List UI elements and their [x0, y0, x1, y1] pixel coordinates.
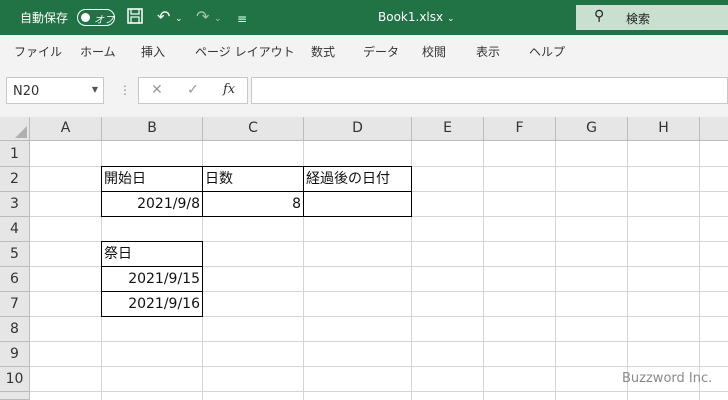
chevron-down-icon[interactable]: ▼: [92, 85, 98, 94]
select-all-button[interactable]: [0, 117, 30, 141]
column-header-g[interactable]: G: [556, 117, 628, 141]
gridline: [30, 341, 728, 342]
worksheet-grid[interactable]: A B C D E F G H 1 2 3 4 5 6 7 8 9 10 開始日…: [0, 117, 728, 400]
column-header-h[interactable]: H: [628, 117, 700, 141]
column-header-e[interactable]: E: [412, 117, 484, 141]
cell-d3[interactable]: [303, 191, 412, 217]
search-label: 検索: [626, 12, 651, 26]
cell-b2[interactable]: 開始日: [101, 166, 203, 192]
tab-page-layout[interactable]: ページ レイアウト: [195, 43, 295, 60]
formula-buttons: ✕ ✓ fx: [138, 77, 248, 104]
gridline: [627, 141, 628, 400]
cell-b6[interactable]: 2021/9/15: [101, 266, 203, 292]
document-title[interactable]: Book1.xlsx ⌄: [378, 10, 454, 24]
toggle-knob: [81, 13, 90, 22]
formula-input[interactable]: [251, 77, 728, 104]
cell-b3[interactable]: 2021/9/8: [101, 191, 203, 217]
name-box[interactable]: N20 ▼: [6, 77, 104, 104]
formula-bar: N20 ▼ ⋮ ✕ ✓ fx: [0, 67, 728, 117]
undo-dropdown-icon[interactable]: ⌄: [175, 9, 183, 29]
tab-review[interactable]: 校閲: [422, 43, 446, 60]
row-header-partial[interactable]: [0, 392, 30, 400]
column-header-d[interactable]: D: [304, 117, 412, 141]
title-bar: 自動保存 オフ ↶ ⌄ ↷ ⌄ ≡ Book1.xlsx ⌄ ⚲ 検索: [0, 0, 728, 35]
search-icon: ⚲: [594, 8, 605, 24]
select-all-triangle-icon: [15, 126, 27, 138]
save-icon[interactable]: [126, 7, 144, 30]
cell-b5[interactable]: 祭日: [101, 241, 203, 267]
insert-function-icon[interactable]: fx: [223, 82, 235, 97]
gridline: [555, 141, 556, 400]
row-header-7[interactable]: 7: [0, 292, 30, 317]
column-header-c[interactable]: C: [203, 117, 304, 141]
row-header-1[interactable]: 1: [0, 141, 30, 167]
tab-view[interactable]: 表示: [476, 43, 500, 60]
name-box-value: N20: [13, 84, 40, 99]
column-header-partial[interactable]: [700, 117, 728, 141]
row-header-9[interactable]: 9: [0, 342, 30, 367]
tab-formulas[interactable]: 数式: [311, 43, 335, 60]
column-header-a[interactable]: A: [30, 117, 102, 141]
autosave-state: オフ: [94, 15, 114, 26]
cancel-icon[interactable]: ✕: [151, 82, 163, 98]
cell-d2[interactable]: 経過後の日付: [303, 166, 412, 192]
column-header-f[interactable]: F: [484, 117, 556, 141]
gridline: [30, 391, 728, 392]
column-header-b[interactable]: B: [102, 117, 203, 141]
row-header-6[interactable]: 6: [0, 267, 30, 292]
file-name: Book1.xlsx: [378, 10, 444, 24]
cell-c2[interactable]: 日数: [202, 166, 304, 192]
more-options-icon[interactable]: ⋮: [119, 83, 131, 97]
row-header-5[interactable]: 5: [0, 242, 30, 267]
ribbon-tabs: ファイル ホーム 挿入 ページ レイアウト 数式 データ 校閲 表示 ヘルプ: [0, 35, 728, 68]
redo-dropdown-icon[interactable]: ⌄: [214, 9, 222, 29]
customize-toolbar-icon[interactable]: ≡: [237, 9, 247, 29]
gridline: [30, 366, 728, 367]
search-box[interactable]: ⚲ 検索: [576, 5, 728, 30]
cell-c3[interactable]: 8: [202, 191, 304, 217]
autosave-label: 自動保存: [20, 11, 69, 25]
row-header-10[interactable]: 10: [0, 367, 30, 392]
row-header-8[interactable]: 8: [0, 317, 30, 342]
tab-file[interactable]: ファイル: [14, 43, 62, 60]
row-header-2[interactable]: 2: [0, 167, 30, 192]
row-header-3[interactable]: 3: [0, 192, 30, 217]
tab-help[interactable]: ヘルプ: [529, 43, 565, 60]
tab-insert[interactable]: 挿入: [141, 43, 165, 60]
cell-b7[interactable]: 2021/9/16: [101, 291, 203, 317]
gridline: [483, 141, 484, 400]
tab-home[interactable]: ホーム: [80, 43, 116, 60]
gridline: [699, 141, 700, 400]
enter-icon[interactable]: ✓: [187, 82, 199, 98]
undo-icon[interactable]: ↶: [157, 7, 170, 27]
title-dropdown-icon: ⌄: [446, 14, 455, 24]
row-header-4[interactable]: 4: [0, 217, 30, 242]
tab-data[interactable]: データ: [363, 43, 399, 60]
watermark-text: Buzzword Inc.: [622, 371, 713, 386]
autosave-toggle[interactable]: オフ: [77, 9, 115, 26]
redo-icon[interactable]: ↷: [196, 7, 209, 27]
